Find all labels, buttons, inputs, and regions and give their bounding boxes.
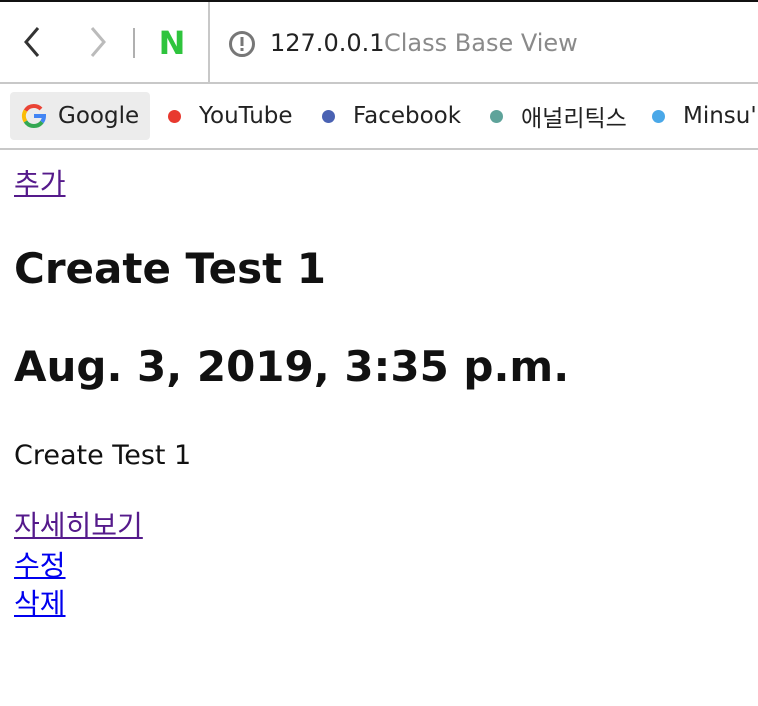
bookmark-dot-icon <box>168 109 181 123</box>
chevron-left-icon <box>24 27 40 57</box>
naver-logo-icon[interactable]: N <box>156 27 188 59</box>
bookmark-youtube[interactable]: YouTube <box>168 92 293 140</box>
bookmark-analytics[interactable]: 애널리틱스 <box>490 92 627 140</box>
post-title: Create Test 1 <box>14 244 327 293</box>
forward-button[interactable] <box>80 24 116 60</box>
post-body: Create Test 1 <box>14 440 192 471</box>
bookmark-label: 애널리틱스 <box>521 106 627 132</box>
bookmark-dot-icon <box>652 109 665 123</box>
toolbar-separator <box>133 28 135 58</box>
page-title[interactable]: Class Base View <box>384 28 578 58</box>
back-button[interactable] <box>14 24 50 60</box>
bookmarks-bar: Google YouTube Facebook 애널리틱스 Minsu' <box>0 84 758 150</box>
chevron-right-icon <box>90 27 106 57</box>
google-icon <box>21 103 47 129</box>
bookmark-dot-icon <box>322 109 335 123</box>
bookmark-dot-icon <box>490 109 503 123</box>
detail-link[interactable]: 자세히보기 <box>14 506 143 546</box>
browser-toolbar: N 127.0.0.1 Class Base View <box>0 2 758 84</box>
post-date: Aug. 3, 2019, 3:35 p.m. <box>14 342 570 391</box>
bookmark-minsu[interactable]: Minsu' <box>652 92 757 140</box>
bookmark-label: Minsu' <box>683 103 757 129</box>
url-host[interactable]: 127.0.0.1 <box>270 28 385 58</box>
edit-link[interactable]: 수정 <box>14 546 66 586</box>
bookmark-label: Facebook <box>353 103 462 129</box>
delete-link[interactable]: 삭제 <box>14 584 66 624</box>
address-bar-separator <box>208 2 210 82</box>
add-link[interactable]: 추가 <box>14 164 66 204</box>
bookmark-label: Google <box>58 103 140 129</box>
info-icon[interactable] <box>228 30 256 58</box>
bookmark-label: YouTube <box>199 103 293 129</box>
bookmark-facebook[interactable]: Facebook <box>322 92 461 140</box>
bookmark-google[interactable]: Google <box>10 92 150 140</box>
